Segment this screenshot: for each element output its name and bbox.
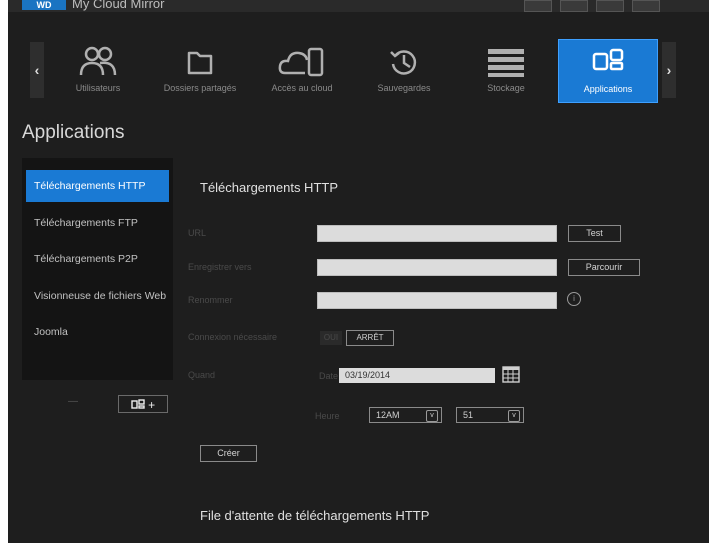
app-sidebar: Téléchargements HTTP Téléchargements FTP… (22, 158, 173, 380)
save-to-label: Enregistrer vers (188, 262, 252, 272)
cloud-device-icon (278, 47, 324, 77)
login-required-toggle[interactable]: OUI ARRÊT (320, 330, 396, 346)
time-label: Heure (315, 411, 340, 421)
users-icon (79, 46, 117, 76)
page-title: Applications (22, 122, 125, 143)
sidebar-item-http-downloads[interactable]: Téléchargements HTTP (26, 170, 169, 202)
chevron-down-icon: v (426, 410, 438, 422)
wd-logo: WD (22, 0, 66, 10)
folder-icon (187, 51, 213, 75)
url-field[interactable] (317, 225, 557, 242)
nav-label: Sauvegardes (377, 83, 431, 93)
help-icon[interactable] (596, 0, 624, 12)
minute-value: 51 (463, 410, 474, 420)
sidebar-item-p2p-downloads[interactable]: Téléchargements P2P (26, 243, 169, 275)
top-bar: WD My Cloud Mirror (8, 0, 709, 12)
login-required-label: Connexion nécessaire (188, 332, 278, 342)
history-icon (390, 50, 417, 75)
sidebar-item-ftp-downloads[interactable]: Téléchargements FTP (26, 207, 169, 239)
nav-label: Utilisateurs (75, 83, 121, 93)
app-title: My Cloud Mirror (72, 0, 165, 11)
nav-item-backups[interactable]: Sauvegardes (355, 39, 453, 101)
sidebar-item-joomla[interactable]: Joomla (26, 316, 169, 348)
date-field[interactable]: 03/19/2014 (339, 368, 495, 383)
nav-label: Accès au cloud (271, 83, 333, 93)
alert-icon[interactable] (560, 0, 588, 12)
user-menu-icon[interactable] (632, 0, 660, 12)
url-label: URL (188, 228, 207, 238)
hour-select[interactable]: 12AM v (369, 407, 442, 423)
add-label: + (148, 398, 156, 412)
hour-value: 12AM (376, 410, 400, 420)
nav-label: Stockage (487, 83, 525, 93)
toggle-on: OUI (320, 331, 342, 345)
toggle-off: ARRÊT (346, 330, 394, 346)
test-button[interactable]: Test (568, 225, 621, 242)
nav-item-applications[interactable]: Applications (558, 39, 658, 103)
minute-select[interactable]: 51 v (456, 407, 524, 423)
create-button[interactable]: Créer (200, 445, 257, 462)
add-app-button[interactable]: + (118, 395, 168, 413)
main-nav: ‹ Utilisateurs Dossiers partagés Accès a (8, 36, 709, 104)
rename-field[interactable] (317, 292, 557, 309)
apps-icon (592, 48, 624, 71)
nav-item-cloud-access[interactable]: Accès au cloud (253, 39, 351, 101)
save-to-field[interactable] (317, 259, 557, 276)
when-label: Quand (188, 370, 216, 380)
nav-label: Applications (583, 84, 633, 94)
date-label: Date (319, 371, 339, 381)
nav-item-shares[interactable]: Dossiers partagés (151, 39, 249, 101)
section-title: Téléchargements HTTP (200, 180, 338, 195)
nav-next-arrow[interactable]: › (662, 42, 676, 98)
storage-icon (488, 49, 524, 77)
app-window: WD My Cloud Mirror ‹ Utilisateurs Dossie… (8, 0, 709, 543)
nav-prev-arrow[interactable]: ‹ (30, 42, 44, 98)
rename-label: Renommer (188, 295, 233, 305)
nav-item-storage[interactable]: Stockage (457, 39, 555, 101)
sidebar-item-web-file-viewer[interactable]: Visionneuse de fichiers Web (26, 280, 169, 312)
apps-icon (131, 399, 145, 409)
info-icon[interactable]: i (567, 292, 581, 306)
nav-label: Dossiers partagés (163, 83, 237, 93)
usb-icon[interactable] (524, 0, 552, 12)
calendar-icon[interactable] (502, 365, 520, 383)
browse-button[interactable]: Parcourir (568, 259, 640, 276)
nav-item-users[interactable]: Utilisateurs (49, 39, 147, 101)
queue-title: File d'attente de téléchargements HTTP (200, 508, 430, 523)
chevron-down-icon: v (508, 410, 520, 422)
remove-app-button[interactable]: — (68, 396, 78, 407)
